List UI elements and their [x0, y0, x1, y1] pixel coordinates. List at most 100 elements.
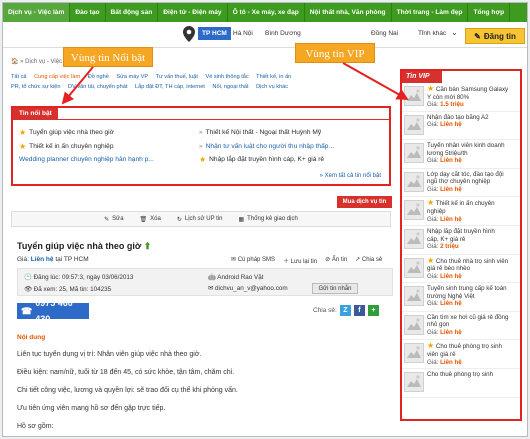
save-post-link[interactable]: ＋ Lưu lại tin [283, 256, 317, 265]
vip-item-title: Nhận đào tạo bằng A2 [427, 114, 520, 122]
thumbnail-image[interactable] [404, 228, 424, 249]
nav-o-to[interactable]: Ô tô - Xe máy, xe đạp [228, 3, 305, 22]
zing-me-icon[interactable]: Z [339, 305, 351, 316]
price-label: Giá: [427, 328, 439, 336]
chevron-down-icon[interactable]: ⌄ [451, 28, 458, 37]
vip-item[interactable]: Nhập lắp đặt truyền hình cáp, K+ giá rẻ Gi… [402, 226, 520, 255]
featured-left-column: ★ Tuyển giúp việc nhà theo giờ ★ Thiết kế … [19, 126, 154, 167]
vip-area-callout: Vùng tin VIP [295, 43, 375, 63]
star-icon: ★ [19, 141, 27, 151]
city-ha-noi[interactable]: Hà Nội [233, 30, 253, 37]
category-item[interactable]: PR, tổ chức sự kiện [11, 84, 60, 90]
thumbnail-image[interactable] [404, 171, 424, 192]
nav-bat-dong-san[interactable]: Bất động sản [106, 3, 159, 22]
top-nav: Dịch vụ - Việc làm Đào tạo Bất động sản … [3, 3, 527, 22]
featured-item[interactable]: » Thiết kế Nội thất - Ngoại thất Huỳnh Mỹ [199, 126, 334, 140]
category-item[interactable]: Tất cả [11, 74, 27, 80]
featured-item[interactable]: Wedding planner chuyên nghiệp hân hạnh p… [19, 153, 154, 167]
category-item[interactable]: Tư vấn thuế, luật [156, 74, 198, 80]
city-hcm[interactable]: TP HCM [198, 27, 231, 40]
nav-dien-tu[interactable]: Điện tử - Điện máy [158, 3, 228, 22]
delete-label: Xóa [150, 216, 161, 222]
thumbnail-image[interactable] [404, 86, 424, 106]
category-item[interactable]: Đồ nghề [88, 74, 109, 80]
category-item[interactable]: Thiết kế, in ấn [256, 74, 291, 80]
star-icon: ★ [427, 342, 435, 351]
vip-item[interactable]: Tuyển nhân viên kinh doanh lương 5triệu/t… [402, 140, 520, 169]
featured-item[interactable]: » Nhận tư vấn luật cho người thu nhập thấ… [199, 140, 334, 154]
thumbnail-image[interactable] [404, 257, 424, 278]
stats-button[interactable]: ▦ Thống kê giao dịch [238, 216, 297, 223]
price-value: Liên hệ [440, 272, 462, 280]
share-green-icon[interactable]: + [367, 305, 379, 316]
share-post-link[interactable]: ↗ Chia sẻ [355, 256, 382, 265]
vip-item[interactable]: Nhận đào tạo bằng A2 Giá: Liên hệ [402, 112, 520, 141]
vip-item[interactable]: ★ Thiết kế in ấn chuyên nghiệp Giá: Liên h… [402, 197, 520, 226]
price-value: Liên hệ [440, 121, 462, 129]
category-item[interactable]: Cung cấp việc làm [34, 74, 80, 80]
category-item[interactable]: Sửa máy VP [116, 74, 148, 80]
send-message-button[interactable]: Gửi tin nhắn [312, 283, 358, 294]
history-button[interactable]: ↻ Lịch sử UP tin [177, 216, 223, 223]
thumbnail-image[interactable] [404, 286, 424, 307]
star-icon: ★ [19, 128, 27, 137]
vip-item-title-2: giá rẻ bèo nhèo [427, 265, 471, 273]
thumbnail-image[interactable] [404, 114, 424, 135]
thumbnail-image[interactable] [404, 371, 424, 392]
nav-dao-tao[interactable]: Đào tạo [70, 3, 106, 22]
nav-tong-hop[interactable]: Tổng hợp [468, 3, 511, 22]
vip-item-title: ★ Cần bán Samsung Galaxy [427, 85, 520, 94]
edit-button[interactable]: ✎ Sửa [104, 216, 123, 223]
category-item[interactable]: Dịch vụ khác [256, 84, 288, 90]
category-item[interactable]: Vé sinh thông tắc [205, 74, 248, 80]
post-title-text: Tuyển giúp việc nhà theo giờ [17, 241, 142, 251]
nav-dich-vu[interactable]: Dịch vụ - Việc làm [3, 3, 71, 22]
featured-item[interactable]: ★ Nhập lắp đặt truyền hình cáp, K+ giá rẻ [199, 153, 334, 167]
vip-title-line: Cho thuê nhà trọ sinh viên [435, 257, 509, 265]
nav-noi-that[interactable]: Nội thất nhà, Văn phòng [305, 3, 392, 22]
vip-item[interactable]: ★ Cho thuê nhà trọ sinh viên giá rẻ bèo n… [402, 255, 520, 284]
vip-item[interactable]: Tuyển sinh trung cấp kế toán trường Nghệ … [402, 283, 520, 312]
category-item[interactable]: DV văn tải, chuyển phát [68, 84, 127, 90]
thumbnail-image[interactable] [404, 343, 424, 364]
vip-item-title: Nhập lắp đặt truyền hình [427, 228, 520, 236]
vip-item[interactable]: ★ Cần bán Samsung Galaxy Y còn mới 80% Giá… [402, 83, 520, 112]
hide-post-link[interactable]: ⊘ Ẩn tin [325, 256, 347, 265]
vip-item-price: Giá: 1.5 triệu [427, 101, 520, 109]
phone-number[interactable]: ☎ 0975 460 430 [17, 298, 89, 324]
thumbnail-image[interactable] [404, 314, 424, 335]
city-binh-duong[interactable]: Bình Dương [265, 30, 301, 37]
vip-item[interactable]: Lớp dạy cắt tóc, đào tạo đội ngũ thợ chuy… [402, 169, 520, 198]
price-value: Liên hệ [440, 328, 462, 336]
delete-button[interactable]: 🗑 Xóa [140, 216, 161, 223]
vip-item[interactable]: ★ Cho thuê phòng trọ sinh viên giá rẻ Giá:… [402, 340, 520, 369]
vip-item[interactable]: Cần tìm xe hơi cũ giá rẻ đồng nhỏ gọn Giá:… [402, 312, 520, 341]
thumbnail-image[interactable] [404, 200, 424, 221]
post-ad-button[interactable]: ✎ Đăng tin [465, 28, 525, 44]
post-title: Tuyển giúp việc nhà theo giờ ⬆ [17, 241, 151, 252]
city-dong-nai[interactable]: Đồng Nai [371, 30, 398, 37]
thumbnail-image[interactable] [404, 143, 424, 164]
vip-item-title-2: nhỏ gọn [427, 321, 450, 329]
featured-item[interactable]: ★ Tuyển giúp việc nhà theo giờ [19, 126, 154, 140]
view-count: 👁 Đã xem: 25, Mã tin: 104235 [24, 286, 112, 293]
view-all-featured-link[interactable]: » Xem tất cả tin nổi bật [320, 173, 381, 179]
buy-service-button[interactable]: Mua dịch vụ tin [337, 196, 392, 208]
sms-syntax-link[interactable]: ✉ Cú pháp SMS [231, 256, 275, 265]
vip-item-title-2: cáp, K+ giá rẻ [427, 235, 466, 243]
category-item[interactable]: Lắp đặt ĐT, TH cáp, internet [135, 84, 205, 90]
vip-title-line: Cho thuê phòng trọ sinh [435, 343, 502, 351]
phone-icon: ☎ [21, 306, 33, 316]
price-label: Giá: [427, 157, 439, 165]
post-info-box: 🕒 Đăng lúc: 09:57:3, ngày 03/06/2013 👁 Đ… [17, 268, 393, 296]
vip-item[interactable]: Cho thuê phòng trọ sinh [402, 369, 520, 398]
featured-item[interactable]: ★ Thiết kế in ấn chuyên nghiệp [19, 140, 154, 154]
price-value: Liên hệ [30, 256, 54, 263]
category-item[interactable]: Nối, ngoại thất [212, 84, 248, 90]
price-label: Giá: [427, 101, 439, 109]
facebook-icon[interactable]: f [353, 305, 365, 316]
vip-item-title-2: ngũ thợ chuyên nghiệp [427, 178, 491, 186]
nav-thoi-trang[interactable]: Thời trang - Làm đẹp [392, 3, 469, 22]
city-bar: TP HCM Hà Nội Bình Dương Đồng Nai Tỉnh k… [3, 22, 527, 48]
city-other[interactable]: Tỉnh khác [418, 30, 446, 37]
